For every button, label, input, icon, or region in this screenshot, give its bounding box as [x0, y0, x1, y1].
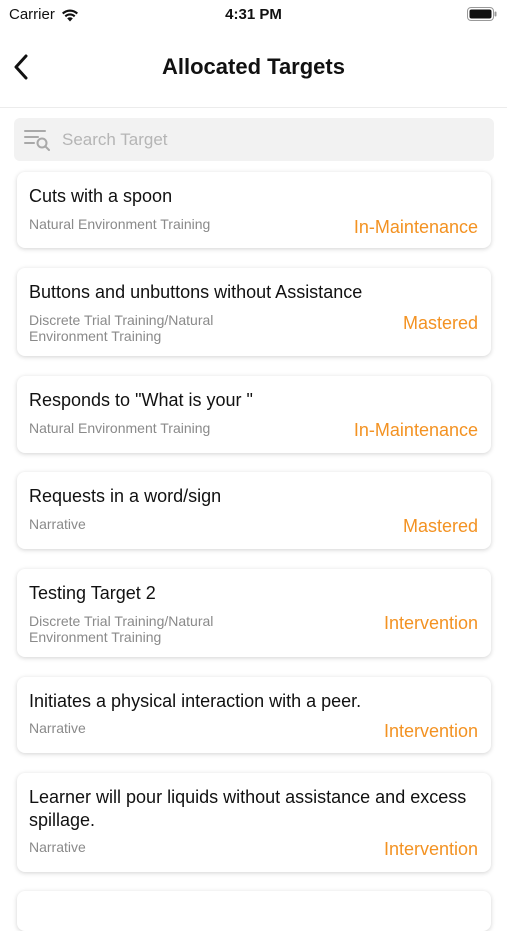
target-card[interactable]: Cuts with a spoon Natural Environment Tr…: [17, 172, 491, 248]
target-card[interactable]: Testing Target 2 Discrete Trial Training…: [17, 569, 491, 657]
target-name: Requests in a word/sign: [29, 486, 222, 506]
target-method: Natural Environment Training: [29, 216, 211, 232]
target-status: In-Maintenance: [353, 217, 478, 237]
target-status: Mastered: [402, 516, 478, 536]
target-name: Responds to "What is your ": [29, 390, 253, 410]
target-status: Intervention: [383, 839, 478, 859]
page-title: Allocated Targets: [162, 54, 345, 79]
target-name: Initiates a physical interaction with a …: [29, 691, 362, 711]
battery-icon: [467, 7, 497, 21]
target-name: Buttons and unbuttons without Assistance: [29, 282, 363, 302]
target-card[interactable]: Learner will pour liquids without assist…: [17, 773, 491, 872]
status-bar: Carrier 4:31 PM: [0, 0, 507, 30]
target-status: Intervention: [383, 613, 478, 633]
search-input[interactable]: [62, 118, 482, 161]
target-card[interactable]: Responds to "What is your " Natural Envi…: [17, 376, 491, 453]
navigation-bar: Allocated Targets: [0, 30, 507, 108]
target-method: Discrete Trial Training/Natural Environm…: [29, 312, 214, 344]
target-card[interactable]: Buttons and unbuttons without Assistance…: [17, 268, 491, 356]
target-method: Narrative: [29, 839, 86, 855]
target-name: Testing Target 2: [29, 583, 156, 603]
target-name: Learner will pour liquids without assist…: [29, 787, 467, 830]
search-bar[interactable]: [14, 118, 494, 161]
target-card[interactable]: Requests in a word/sign Narrative Master…: [17, 472, 491, 549]
target-status: Mastered: [402, 313, 478, 333]
target-method: Narrative: [29, 720, 86, 736]
target-name: Cuts with a spoon: [29, 186, 173, 206]
target-method: Discrete Trial Training/Natural Environm…: [29, 613, 214, 645]
target-method: Narrative: [29, 516, 86, 532]
clock: 4:31 PM: [225, 6, 282, 23]
target-card[interactable]: Initiates a physical interaction with a …: [17, 677, 491, 753]
target-status: Intervention: [383, 721, 478, 741]
target-card-partial[interactable]: [17, 891, 491, 931]
filter-search-icon[interactable]: [24, 128, 50, 152]
target-status: In-Maintenance: [353, 420, 478, 440]
target-method: Natural Environment Training: [29, 420, 211, 436]
